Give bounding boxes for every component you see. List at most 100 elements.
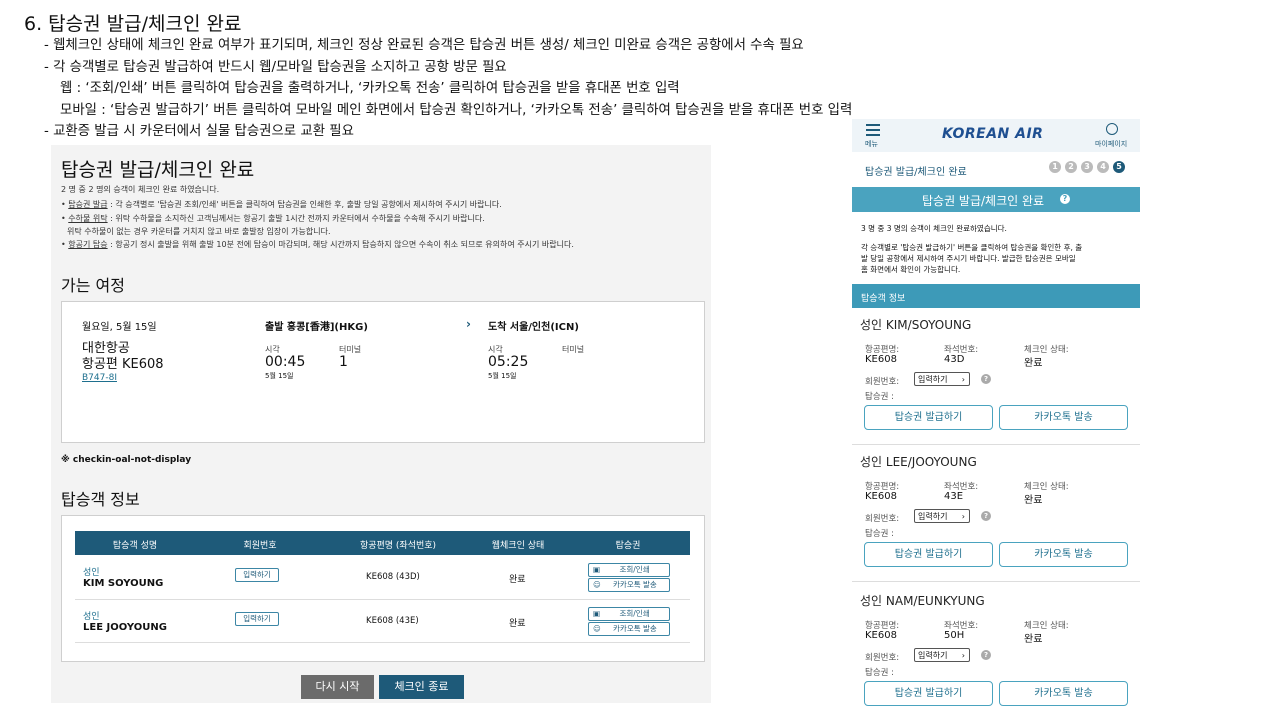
member-input-button[interactable]: 입력하기 › bbox=[914, 372, 970, 386]
issue-boarding-pass-button[interactable]: 탑승권 발급하기 bbox=[864, 405, 993, 430]
mobile-breadcrumb: 탑승권 발급/체크인 완료 bbox=[865, 167, 967, 178]
flight-value: KE608 bbox=[865, 491, 897, 502]
col-name: 탑승객 성명 bbox=[112, 541, 158, 551]
issue-boarding-pass-button[interactable]: 탑승권 발급하기 bbox=[864, 542, 993, 567]
mobile-passenger-name: 성인 NAM/EUNKYUNG bbox=[860, 594, 985, 608]
arrow-right-icon: › bbox=[466, 317, 471, 331]
boarding-label: 탑승권 : bbox=[865, 668, 895, 678]
bullet-5: - 교환증 발급 시 카운터에서 실물 탑승권으로 교환 필요 bbox=[44, 124, 354, 139]
kakao-send-button[interactable]: 카카오톡 발송 bbox=[999, 542, 1128, 567]
mobile-passenger-name: 성인 LEE/JOOYOUNG bbox=[860, 455, 977, 469]
help-icon[interactable]: ? bbox=[981, 511, 991, 521]
member-input-button[interactable]: 입력하기 › bbox=[914, 509, 970, 523]
flight-value: KE608 bbox=[865, 354, 897, 365]
mobile-bar-title: 탑승권 발급/체크인 완료 bbox=[922, 194, 1045, 208]
arrive-terminal-label: 터미널 bbox=[562, 345, 585, 354]
col-boarding: 탑승권 bbox=[615, 541, 641, 551]
row2-name: LEE JOOYOUNG bbox=[83, 622, 167, 633]
row2-flight: KE608 (43E) bbox=[366, 616, 419, 626]
chevron-right-icon: › bbox=[961, 375, 965, 384]
bullet-1: - 웹체크인 상태에 체크인 완료 여부가 표기되며, 체크인 정상 완료된 승… bbox=[44, 38, 804, 53]
korean-air-logo: KOREAN AIR bbox=[942, 126, 1044, 142]
menu-label: 메뉴 bbox=[865, 140, 878, 148]
mobile-summary: 3 명 중 3 명의 승객이 체크인 완료하였습니다. bbox=[861, 224, 1007, 233]
boarding-label: 탑승권 : bbox=[865, 529, 895, 539]
flight-date: 월요일, 5월 15일 bbox=[82, 322, 157, 333]
note-key: 수하물 위탁 bbox=[68, 214, 108, 223]
desktop-summary: 2 명 중 2 명의 승객이 체크인 완료 하였습니다. bbox=[61, 185, 220, 194]
status-value: 완료 bbox=[1024, 358, 1043, 369]
restart-button[interactable]: 다시 시작 bbox=[301, 675, 374, 699]
depart-date: 5월 15일 bbox=[265, 372, 294, 380]
help-icon[interactable]: ? bbox=[981, 374, 991, 384]
kakao-send-button[interactable]: 카카오톡 발송 bbox=[999, 405, 1128, 430]
member-label: 회원번호: bbox=[865, 653, 900, 663]
depart-time: 00:45 bbox=[265, 354, 306, 370]
seat-value: 50H bbox=[944, 630, 965, 641]
row2-type: 성인 bbox=[83, 612, 100, 622]
row1-member-input-button[interactable]: 입력하기 bbox=[235, 568, 279, 582]
status-value: 완료 bbox=[1024, 634, 1043, 645]
row2-view-print-button[interactable]: ▣ 조회/인쇄 bbox=[588, 607, 670, 621]
status-value: 완료 bbox=[1024, 495, 1043, 506]
aircraft-link[interactable]: B747-8I bbox=[82, 373, 117, 383]
note-key: 항공기 탑승 bbox=[68, 240, 108, 249]
bullet-3: 웹 : ‘조회/인쇄’ 버튼 클릭하여 탑승권을 출력하거나, ‘카카오톡 전송… bbox=[60, 81, 680, 96]
print-icon: ▣ bbox=[593, 609, 601, 618]
flight-number: 항공편 KE608 bbox=[82, 357, 164, 372]
desktop-note-2: • 수하물 위탁 : 위탁 수하물을 소지하신 고객님께서는 항공기 출발 1시… bbox=[61, 214, 485, 223]
member-input-button[interactable]: 입력하기 › bbox=[914, 648, 970, 662]
col-flight: 항공편명 (좌석번호) bbox=[359, 541, 437, 551]
row-divider bbox=[75, 642, 690, 643]
col-status: 웹체크인 상태 bbox=[491, 541, 545, 551]
row1-kakao-button[interactable]: ☺ 카카오톡 발송 bbox=[588, 578, 670, 592]
row1-view-print-button[interactable]: ▣ 조회/인쇄 bbox=[588, 563, 670, 577]
row1-type: 성인 bbox=[83, 568, 100, 578]
mobile-divider bbox=[852, 581, 1140, 582]
kakao-send-button[interactable]: 카카오톡 발송 bbox=[999, 681, 1128, 706]
seat-value: 43E bbox=[944, 491, 964, 502]
chevron-right-icon: › bbox=[961, 651, 965, 660]
help-icon[interactable]: ? bbox=[1060, 194, 1070, 204]
row2-kakao-button[interactable]: ☺ 카카오톡 발송 bbox=[588, 622, 670, 636]
issue-boarding-pass-button[interactable]: 탑승권 발급하기 bbox=[864, 681, 993, 706]
desktop-note-3: 위탁 수하물이 없는 경우 카운터를 거치지 않고 바로 출발장 입장이 가능합… bbox=[67, 227, 331, 236]
mobile-passenger-section: 탑승객 정보 bbox=[852, 284, 1140, 308]
step-5-active: 5 bbox=[1113, 161, 1125, 173]
bullet-4: 모바일 : ‘탑승권 발급하기’ 버튼 클릭하여 모바일 메인 화면에서 탑승권… bbox=[60, 102, 853, 118]
col-member: 회원번호 bbox=[243, 541, 277, 551]
step-2: 2 bbox=[1065, 161, 1077, 173]
arrive-label: 도착 서울/인천(ICN) bbox=[488, 322, 579, 333]
flight-value: KE608 bbox=[865, 630, 897, 641]
row1-name: KIM SOYOUNG bbox=[83, 578, 164, 589]
row1-status: 완료 bbox=[509, 575, 526, 585]
seat-value: 43D bbox=[944, 354, 965, 365]
row-divider bbox=[75, 599, 690, 600]
member-label: 회원번호: bbox=[865, 377, 900, 387]
kakao-icon: ☺ bbox=[593, 580, 601, 589]
note-key: 탑승권 발급 bbox=[68, 200, 108, 209]
chevron-right-icon: › bbox=[961, 512, 965, 521]
row2-member-input-button[interactable]: 입력하기 bbox=[235, 612, 279, 626]
arrive-time: 05:25 bbox=[488, 354, 529, 370]
passenger-heading: 탑승객 정보 bbox=[61, 490, 140, 509]
step-1: 1 bbox=[1049, 161, 1061, 173]
mypage-label[interactable]: 마이페이지 bbox=[1095, 139, 1127, 149]
code-note: ※ checkin-oal-not-display bbox=[61, 455, 192, 465]
step-3: 3 bbox=[1081, 161, 1093, 173]
itinerary-card bbox=[61, 301, 705, 443]
kakao-icon: ☺ bbox=[593, 624, 601, 633]
mobile-passenger-name: 성인 KIM/SOYOUNG bbox=[860, 318, 972, 332]
boarding-label: 탑승권 : bbox=[865, 392, 895, 402]
user-icon[interactable] bbox=[1106, 123, 1118, 135]
itinerary-heading: 가는 여정 bbox=[61, 276, 125, 295]
mobile-section-title: 탑승객 정보 bbox=[861, 294, 906, 304]
desktop-note-1: • 탑승권 발급 : 각 승객별로 '탑승권 조회/인쇄' 버튼을 클릭하여 탑… bbox=[61, 200, 502, 209]
step-4: 4 bbox=[1097, 161, 1109, 173]
row2-status: 완료 bbox=[509, 619, 526, 629]
finish-checkin-button[interactable]: 체크인 종료 bbox=[379, 675, 464, 699]
help-icon[interactable]: ? bbox=[981, 650, 991, 660]
hamburger-menu-icon[interactable] bbox=[866, 124, 880, 136]
mobile-divider bbox=[852, 444, 1140, 445]
desktop-page-title: 탑승권 발급/체크인 완료 bbox=[61, 159, 255, 181]
